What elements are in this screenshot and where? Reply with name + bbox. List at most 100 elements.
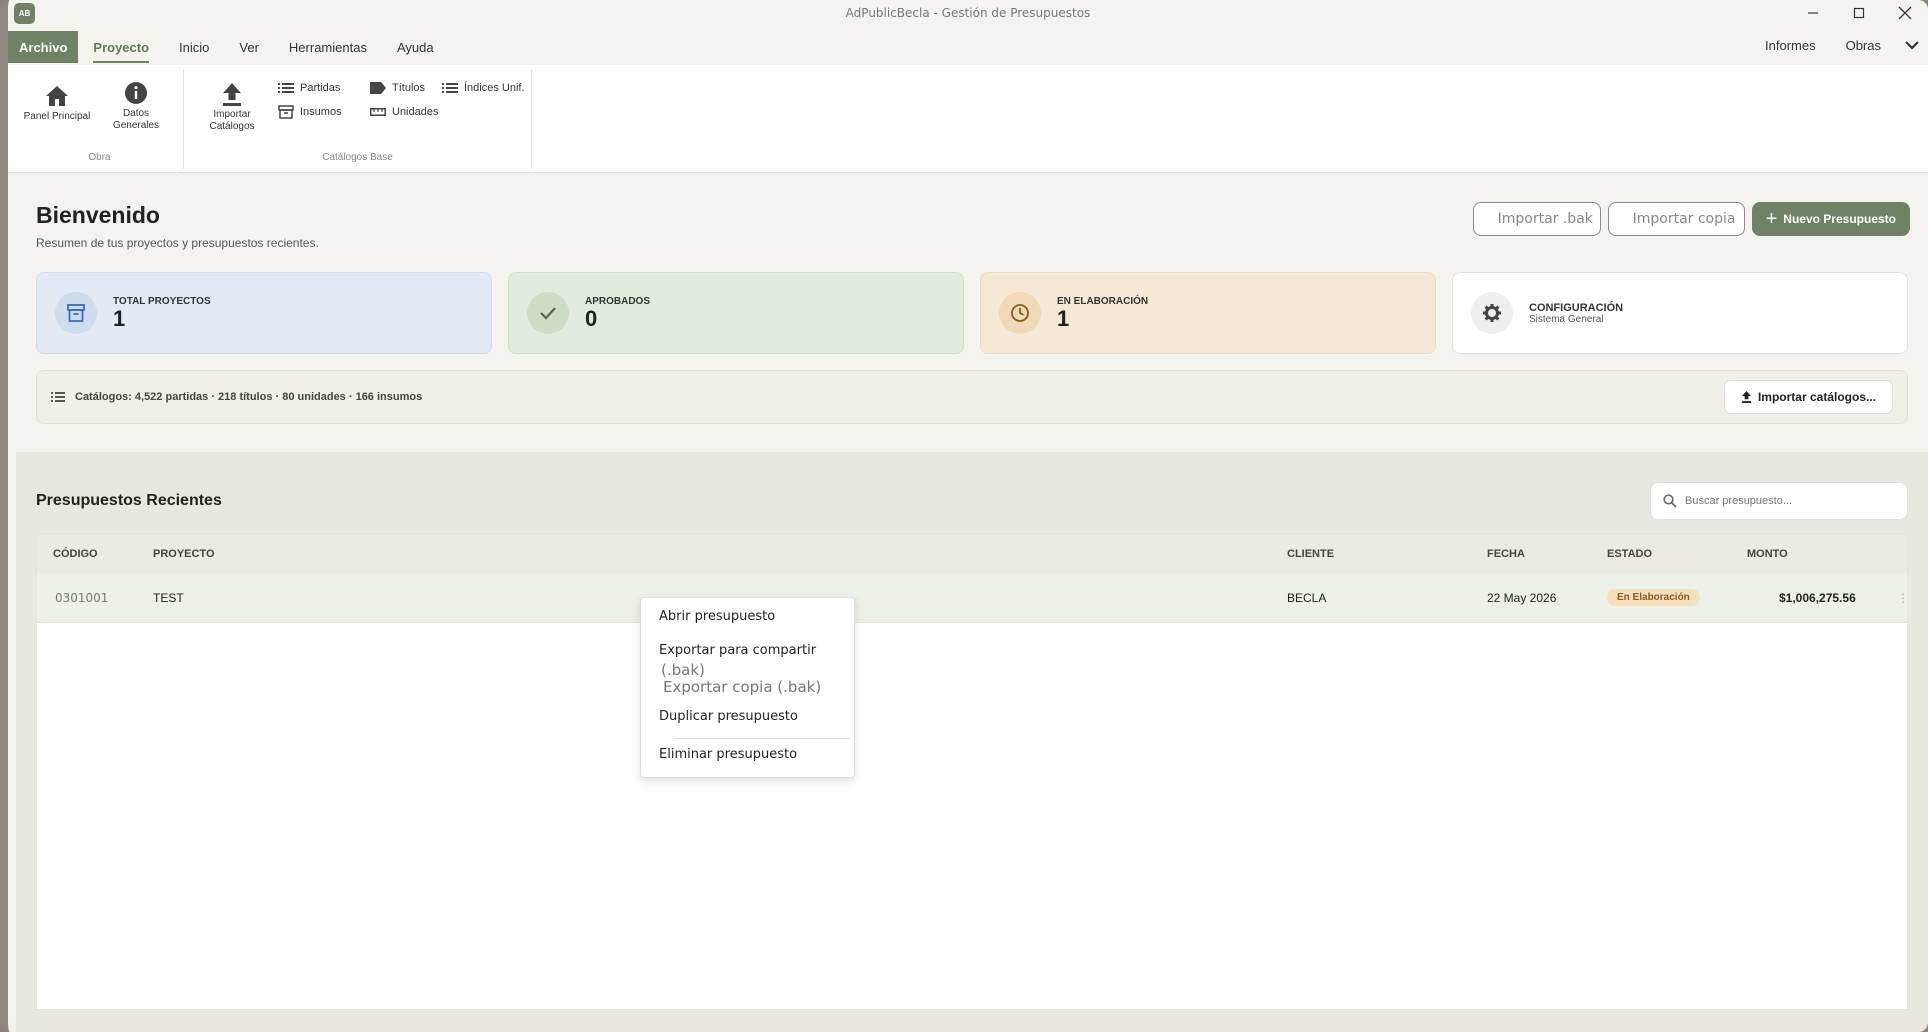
list-icon	[51, 392, 65, 402]
budgets-table: CÓDIGO PROYECTO CLIENTE FECHA ESTADO MON…	[36, 534, 1909, 1010]
catalog-summary-text: Catálogos: 4,522 partidas · 218 títulos …	[75, 391, 423, 403]
menu-ver[interactable]: Ver	[224, 31, 274, 63]
row-more-icon[interactable]: ⋮	[1897, 573, 1909, 622]
import-catalogs-button[interactable]: Importar catálogos...	[1723, 380, 1893, 414]
card-icon-bg	[527, 292, 569, 334]
new-budget-button[interactable]: + Nuevo Presupuesto	[1751, 202, 1910, 236]
maximize-button[interactable]	[1836, 0, 1882, 26]
import-bak-button[interactable]: Importar .bak	[1472, 202, 1601, 236]
ruler-icon	[370, 108, 386, 116]
datos-generales-button[interactable]: Datos Generales	[106, 81, 166, 132]
col-proyecto[interactable]: PROYECTO	[153, 535, 215, 573]
upload-icon	[1741, 391, 1752, 403]
page-title: Bienvenido	[36, 202, 160, 228]
import-copy-label: Importar copia	[1632, 211, 1736, 227]
cell-cliente: BECLA	[1287, 590, 1327, 605]
menu-bar: Archivo Proyecto Inicio Ver Herramientas…	[8, 26, 1928, 65]
archive-icon	[67, 304, 85, 322]
title-bar: AB AdPublicBecla - Gestión de Presupuest…	[8, 0, 1928, 26]
card-value: 1	[113, 305, 126, 331]
indices-label: Índices Unif.	[464, 82, 525, 94]
col-cliente[interactable]: CLIENTE	[1287, 535, 1334, 573]
cell-proyecto: TEST	[153, 590, 184, 605]
col-codigo[interactable]: CÓDIGO	[53, 535, 98, 573]
close-icon	[1898, 6, 1912, 20]
chevron-down-icon	[1905, 41, 1919, 50]
ribbon-collapse-button[interactable]	[1896, 29, 1928, 61]
list-icon	[442, 83, 458, 93]
ctx-duplicate[interactable]: Duplicar presupuesto	[659, 709, 798, 724]
menu-obras[interactable]: Obras	[1831, 29, 1896, 61]
card-total-proyectos[interactable]: TOTAL PROYECTOS 1	[36, 272, 492, 354]
maximize-icon	[1853, 7, 1865, 19]
ribbon-group-label-obra: Obra	[88, 152, 111, 163]
archive-icon	[278, 105, 294, 119]
importar-catalogos-label: Importar Catálogos	[209, 109, 255, 132]
card-label: EN ELABORACIÓN	[1057, 295, 1149, 307]
search-box[interactable]	[1650, 482, 1908, 520]
table-row[interactable]: 0301001 TEST BECLA 22 May 2026 En Elabor…	[37, 573, 1909, 623]
ribbon-group-catalogos: Importar Catálogos Partidas Títulos Índi…	[184, 69, 532, 169]
card-configuracion[interactable]: CONFIGURACIÓN Sistema General	[1452, 272, 1908, 354]
col-fecha[interactable]: FECHA	[1487, 535, 1525, 573]
minimize-button[interactable]	[1790, 0, 1836, 26]
cell-codigo: 0301001	[55, 590, 109, 605]
card-value: 1	[1057, 305, 1070, 331]
menu-ayuda[interactable]: Ayuda	[382, 31, 449, 63]
card-value: 0	[585, 305, 598, 331]
cell-fecha: 22 May 2026	[1487, 590, 1557, 605]
panel-principal-label: Panel Principal	[23, 111, 91, 122]
card-icon-bg	[1471, 292, 1513, 334]
unidades-button[interactable]: Unidades	[370, 101, 438, 123]
partidas-button[interactable]: Partidas	[278, 77, 340, 99]
app-window: AB AdPublicBecla - Gestión de Presupuest…	[0, 0, 1928, 1032]
titulos-label: Títulos	[392, 82, 426, 94]
panel-principal-button[interactable]: Panel Principal	[22, 85, 92, 123]
home-icon	[46, 86, 68, 106]
ribbon: Panel Principal Datos Generales Obra Imp…	[8, 65, 1928, 173]
ctx-export-share[interactable]: Exportar para compartir (.bak)	[659, 643, 854, 679]
col-estado[interactable]: ESTADO	[1607, 535, 1652, 573]
col-monto[interactable]: MONTO	[1747, 535, 1788, 573]
titulos-button[interactable]: Títulos	[370, 77, 425, 99]
menu-herramientas[interactable]: Herramientas	[274, 31, 382, 63]
search-icon	[1663, 494, 1677, 508]
window-controls	[1790, 0, 1928, 26]
app-logo: AB	[14, 3, 35, 24]
catalog-summary-bar: Catálogos: 4,522 partidas · 218 títulos …	[36, 370, 1908, 424]
dashboard-summary: Bienvenido Resumen de tus proyectos y pr…	[16, 174, 1928, 452]
menu-inicio[interactable]: Inicio	[164, 31, 224, 63]
new-budget-label: Nuevo Presupuesto	[1783, 212, 1896, 226]
ctx-export-copy[interactable]: Exportar copia (.bak)	[663, 678, 821, 696]
indices-button[interactable]: Índices Unif.	[442, 77, 525, 99]
menu-archivo[interactable]: Archivo	[8, 31, 79, 63]
close-button[interactable]	[1882, 0, 1928, 26]
tag-icon	[370, 82, 386, 94]
ctx-delete[interactable]: Eliminar presupuesto	[659, 747, 797, 762]
check-icon	[540, 307, 556, 320]
header-actions: Importar .bak Importar copia + Nuevo Pre…	[1472, 202, 1910, 236]
ctx-export-share-label: Exportar para compartir	[659, 643, 817, 658]
list-icon	[278, 83, 294, 93]
ctx-open-budget[interactable]: Abrir presupuesto	[659, 609, 775, 624]
card-icon-bg	[55, 292, 97, 334]
card-aprobados[interactable]: APROBADOS 0	[508, 272, 964, 354]
importar-catalogos-button[interactable]: Importar Catálogos	[202, 81, 262, 133]
cell-monto: $1,006,275.56	[1779, 590, 1856, 605]
menu-right: Informes Obras	[1750, 29, 1928, 61]
card-text: CONFIGURACIÓN Sistema General	[1529, 302, 1623, 325]
menu-proyecto[interactable]: Proyecto	[78, 31, 164, 63]
stat-cards: TOTAL PROYECTOS 1 APROBADOS 0 EN ELABORA…	[36, 272, 1908, 354]
upload-icon	[223, 83, 241, 106]
window-title: AdPublicBecla - Gestión de Presupuestos	[845, 6, 1091, 20]
search-input[interactable]	[1685, 495, 1885, 507]
menu-informes[interactable]: Informes	[1750, 29, 1831, 61]
import-copy-button[interactable]: Importar copia	[1607, 202, 1745, 236]
card-label: CONFIGURACIÓN	[1529, 301, 1624, 314]
insumos-button[interactable]: Insumos	[278, 101, 342, 123]
card-icon-bg	[999, 292, 1041, 334]
cell-estado: En Elaboración	[1607, 573, 1700, 622]
ribbon-group-obra: Panel Principal Datos Generales Obra	[16, 69, 184, 169]
partidas-label: Partidas	[300, 82, 341, 94]
card-en-elaboracion[interactable]: EN ELABORACIÓN 1	[980, 272, 1436, 354]
